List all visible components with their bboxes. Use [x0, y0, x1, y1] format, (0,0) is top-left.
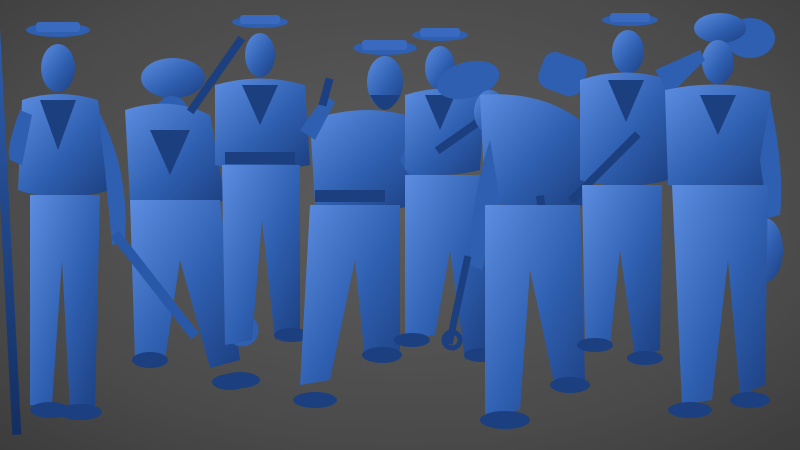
3d-viewport[interactable]: [0, 0, 800, 450]
sailor-miniatures-render: [0, 0, 800, 450]
